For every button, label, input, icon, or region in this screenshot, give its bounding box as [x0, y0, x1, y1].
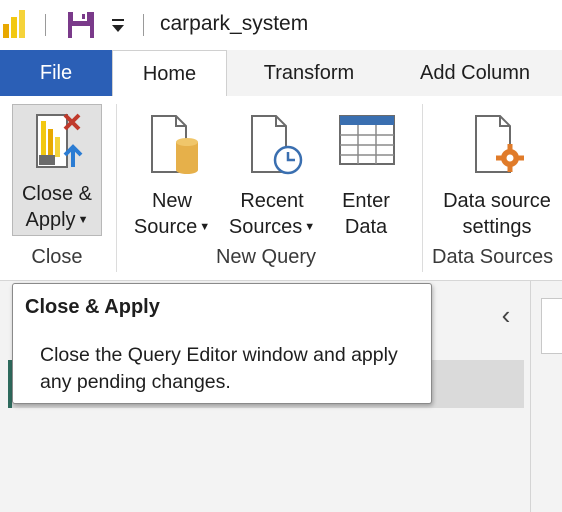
recent-sources-label: Recent [240, 190, 304, 212]
ribbon-group-separator [116, 104, 117, 272]
tab-home[interactable]: Home [112, 50, 227, 97]
enter-data-button[interactable]: Enter Data [330, 104, 402, 238]
recent-sources-label-2: Sources ▼ [228, 216, 316, 238]
close-apply-icon [36, 113, 83, 168]
ribbon-tab-strip: File Home Transform Add Column [0, 50, 562, 97]
window-title: carpark_system [160, 12, 309, 35]
enter-data-label-2: Data [344, 216, 388, 238]
enter-data-label: Enter [342, 190, 390, 212]
ribbon-group-separator [422, 104, 423, 272]
collapse-queries-pane-chevron-icon[interactable]: ‹ [494, 300, 518, 330]
group-label-data-sources: Data Sources [432, 246, 554, 268]
tooltip-body: Close the Query Editor window and apply … [40, 344, 398, 393]
tab-transform[interactable]: Transform [246, 50, 372, 96]
data-source-settings-icon [475, 115, 524, 173]
home-ribbon: Close & Apply ▼ Close New Source ▼ Recen… [0, 96, 562, 281]
data-source-settings-button[interactable]: Data source settings [432, 104, 562, 238]
recent-sources-icon [251, 115, 303, 175]
power-query-editor-window: carpark_system File Home Transform Add C… [0, 0, 562, 512]
data-source-settings-label: Data source [443, 190, 551, 212]
new-source-label: New [151, 190, 192, 212]
title-separator [143, 14, 144, 36]
table-icon [339, 115, 395, 165]
data-source-settings-label-2: settings [462, 216, 532, 238]
recent-sources-button[interactable]: Recent Sources ▼ [222, 104, 322, 238]
dropdown-caret-icon: ▼ [77, 214, 89, 226]
new-source-label-2: Source ▼ [133, 216, 211, 238]
tooltip-title: Close & Apply [25, 296, 160, 318]
tab-add-column[interactable]: Add Column [404, 50, 562, 96]
new-source-button[interactable]: New Source ▼ [126, 104, 218, 238]
close-apply-label-2: Apply ▼ [25, 209, 89, 231]
power-bi-logo [3, 10, 25, 38]
close-apply-label: Close & [21, 183, 93, 205]
group-label-close: Close [31, 246, 83, 268]
close-apply-button[interactable]: Close & Apply ▼ [12, 104, 102, 236]
new-source-icon [151, 115, 198, 174]
customize-quick-access-icon[interactable] [108, 14, 128, 36]
save-icon[interactable] [66, 10, 96, 40]
dropdown-caret-icon: ▼ [304, 221, 316, 233]
close-apply-tooltip: Close & Apply Close the Query Editor win… [12, 283, 432, 404]
tab-file[interactable]: File [0, 50, 112, 96]
group-label-new-query: New Query [215, 246, 317, 268]
title-separator [45, 14, 46, 36]
formula-bar[interactable] [541, 298, 562, 354]
dropdown-caret-icon: ▼ [199, 221, 211, 233]
title-bar: carpark_system [0, 0, 562, 51]
